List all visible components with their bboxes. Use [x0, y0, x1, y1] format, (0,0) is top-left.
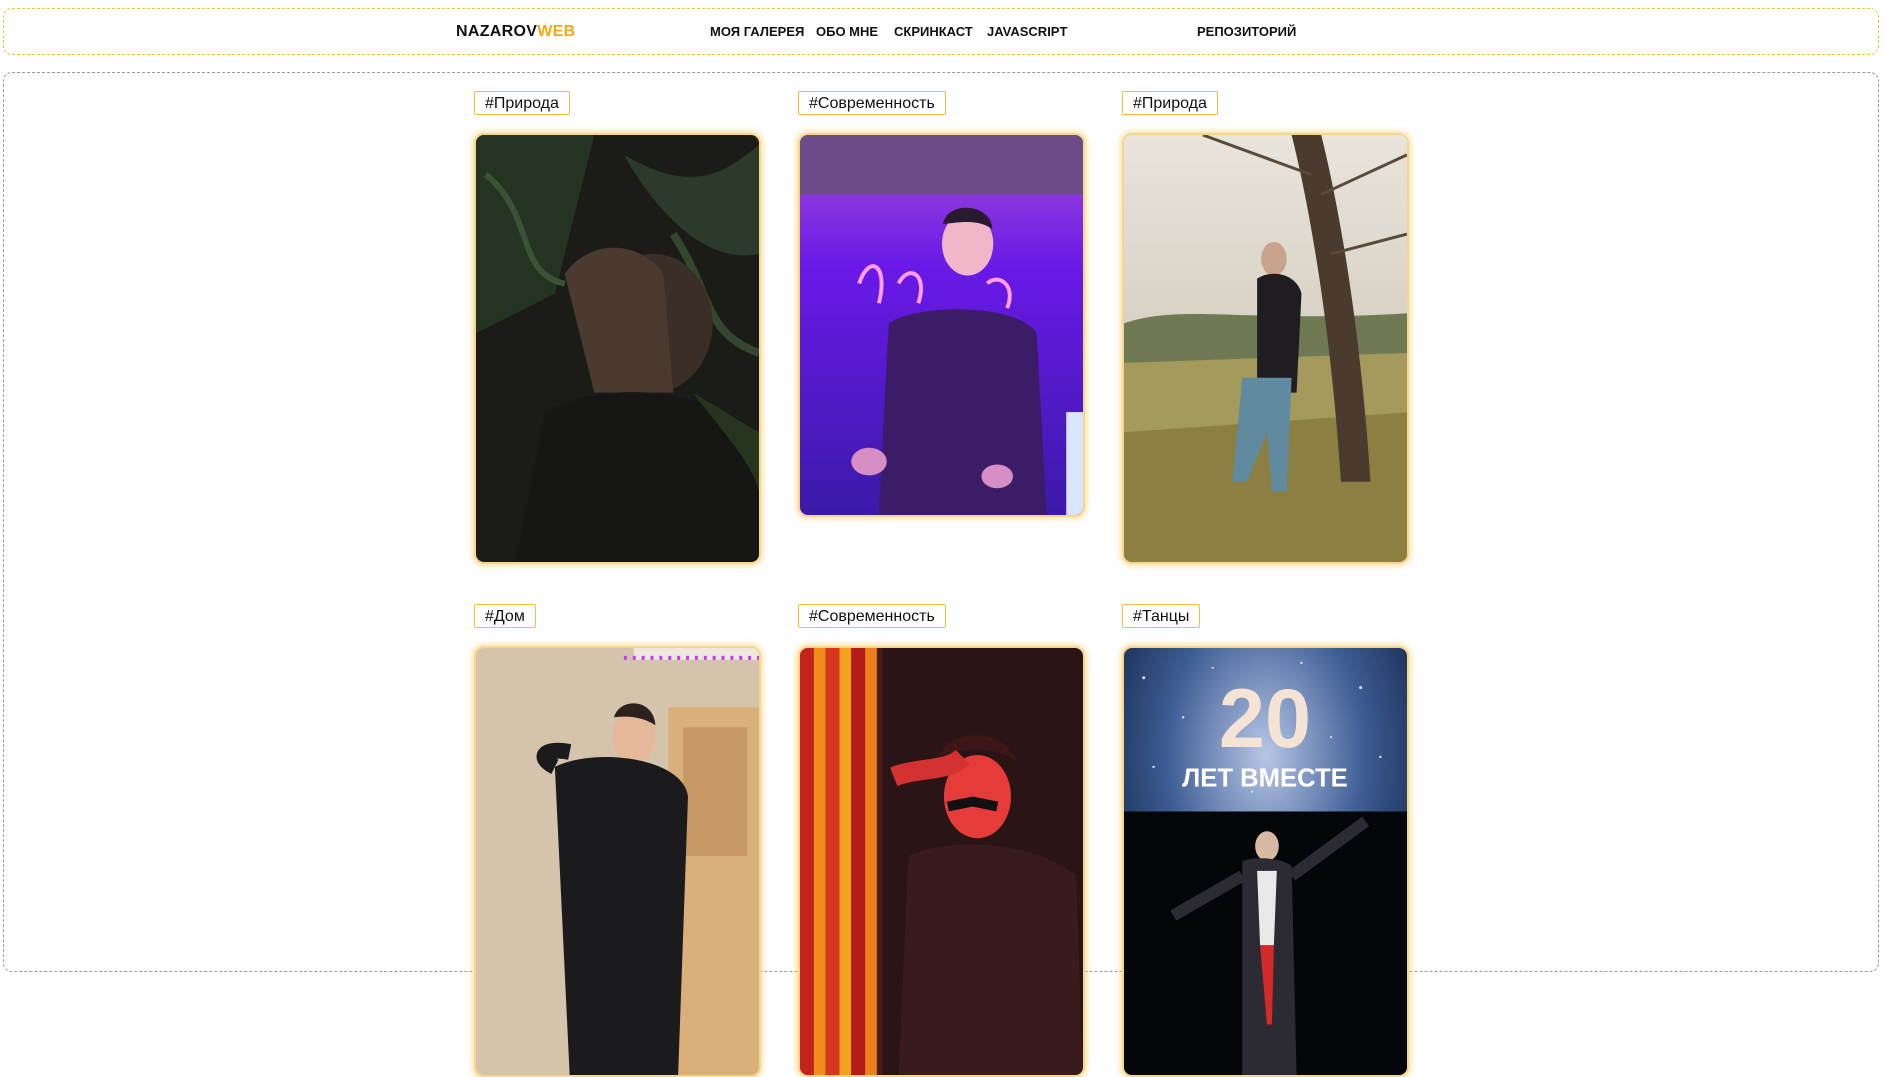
photo-tag[interactable]: #Танцы [1122, 604, 1201, 628]
photo-neon-sign [800, 135, 1083, 515]
gallery-photo[interactable] [798, 133, 1085, 517]
site-logo[interactable]: NAZAROVWEB [456, 23, 575, 41]
gallery-photo[interactable] [1122, 133, 1409, 564]
photo-portrait-plants [476, 135, 759, 562]
photo-dance-stage: 20 ЛЕТ ВМЕСТЕ [1124, 648, 1407, 1075]
dance-sign-text: ЛЕТ ВМЕСТЕ [1182, 765, 1347, 793]
logo-accent-text: WEB [537, 23, 576, 40]
photo-home-wall [476, 648, 759, 1075]
photo-tag[interactable]: #Современность [798, 604, 946, 628]
nav-link-about[interactable]: ОБО МНЕ [816, 24, 878, 39]
photo-tree-field [1124, 135, 1407, 562]
nav-link-repository[interactable]: РЕПОЗИТОРИЙ [1197, 24, 1296, 39]
dance-sign-number: 20 [1219, 672, 1311, 765]
photo-tag[interactable]: #Природа [474, 91, 570, 115]
site-header: NAZAROVWEB МОЯ ГАЛЕРЕЯ ОБО МНЕ СКРИНКАСТ… [3, 8, 1879, 55]
logo-main-text: NAZAROV [456, 23, 538, 40]
nav-link-screencast[interactable]: СКРИНКАСТ [894, 24, 973, 39]
gallery-photo[interactable] [474, 133, 761, 564]
gallery-photo[interactable] [474, 646, 761, 1077]
photo-tag[interactable]: #Дом [474, 604, 536, 628]
nav-link-gallery[interactable]: МОЯ ГАЛЕРЕЯ [710, 24, 804, 39]
gallery-photo[interactable] [798, 646, 1085, 1077]
photo-tag[interactable]: #Современность [798, 91, 946, 115]
gallery-photo[interactable]: 20 ЛЕТ ВМЕСТЕ [1122, 646, 1409, 1077]
nav-link-javascript[interactable]: JAVASCRIPT [987, 24, 1067, 39]
photo-red-light [800, 648, 1083, 1075]
gallery-container: #Природа #Современность #Природа #Дом #С… [3, 72, 1879, 1077]
photo-tag[interactable]: #Природа [1122, 91, 1218, 115]
